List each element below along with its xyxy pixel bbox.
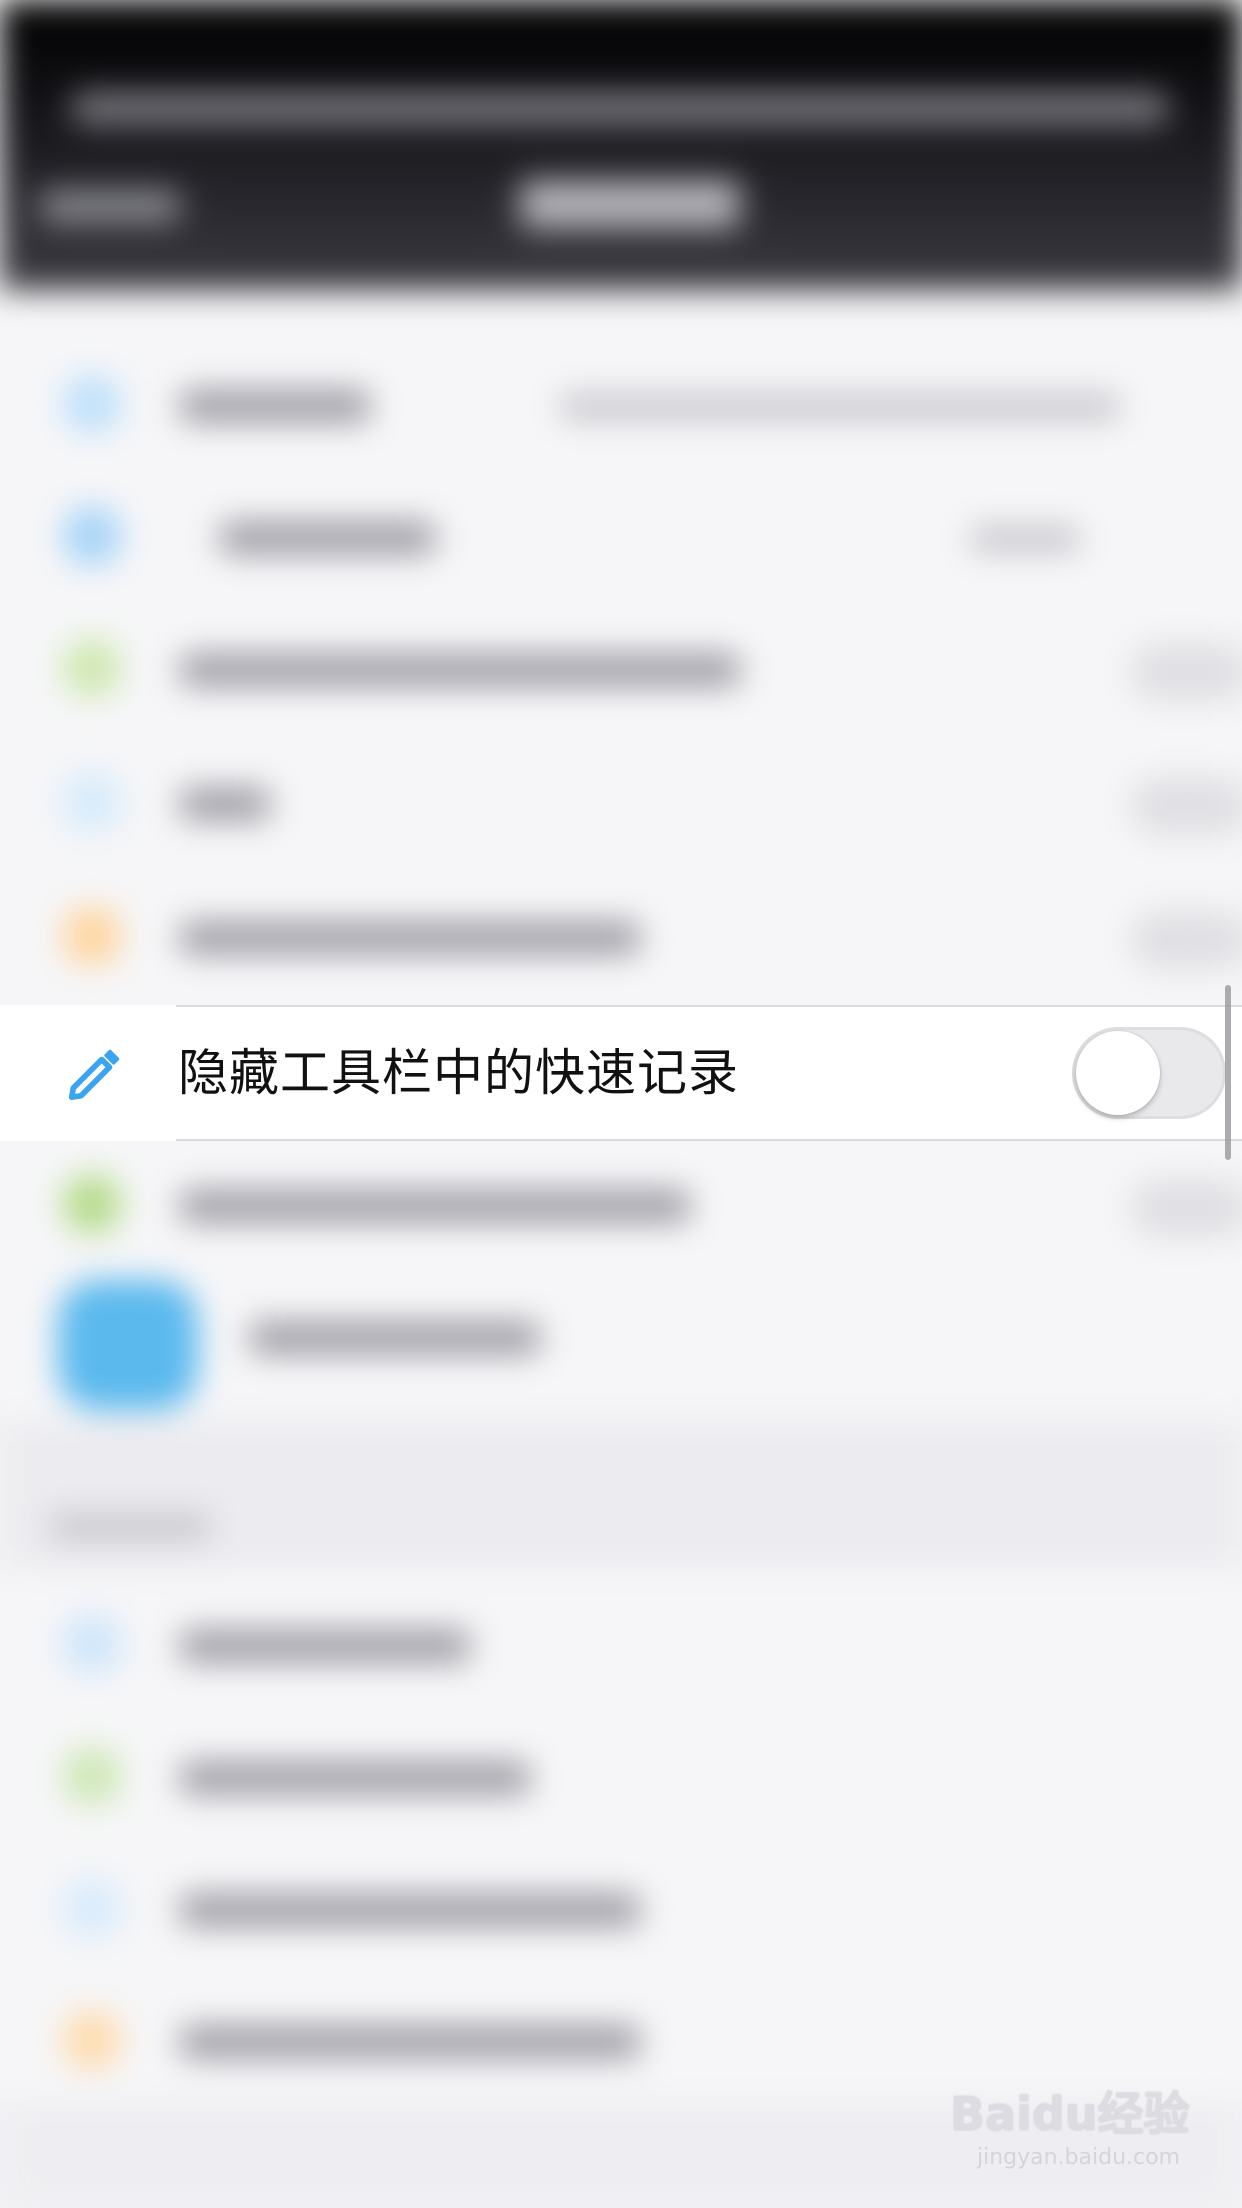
toggle-knob [1076, 1031, 1160, 1115]
status-bar [70, 92, 1170, 124]
hide-quick-note-toggle[interactable] [1072, 1027, 1226, 1119]
row-divider-bottom [176, 1139, 1242, 1141]
row-toggle[interactable] [1130, 1178, 1242, 1238]
row-icon [62, 1614, 122, 1674]
settings-row[interactable] [0, 472, 1242, 600]
row-toggle[interactable] [1130, 642, 1242, 702]
settings-row[interactable] [0, 872, 1242, 1000]
row-value [560, 394, 1120, 420]
settings-row[interactable] [0, 738, 1242, 866]
row-toggle[interactable] [1130, 776, 1242, 836]
row-label [180, 788, 270, 820]
page-title [520, 180, 740, 228]
row-icon [62, 1878, 122, 1938]
row-label [180, 2026, 640, 2058]
setting-row-hide-quick-note[interactable]: 隐藏工具栏中的快速记录 [0, 1005, 1242, 1141]
row-label [180, 1630, 470, 1662]
watermark-logo: Baidu经验 [950, 2087, 1190, 2141]
row-label [180, 390, 370, 422]
setting-label: 隐藏工具栏中的快速记录 [178, 1044, 739, 1102]
row-divider-top [176, 1005, 1242, 1007]
row-icon [62, 1174, 122, 1234]
scrollbar[interactable] [1225, 985, 1231, 1160]
watermark: Baidu经验 jingyan.baidu.com [950, 2084, 1190, 2172]
section-header [50, 1515, 210, 1539]
row-label [250, 1322, 540, 1354]
settings-row[interactable] [0, 604, 1242, 732]
settings-row[interactable] [0, 1712, 1242, 1840]
navigation-bar [0, 0, 1242, 290]
row-label [220, 522, 435, 554]
row-label [180, 1762, 530, 1794]
settings-row[interactable] [0, 340, 1242, 468]
watermark-url: jingyan.baidu.com [976, 2145, 1180, 2170]
row-label [180, 922, 640, 954]
settings-row[interactable] [0, 1140, 1242, 1268]
row-label [180, 1190, 690, 1222]
settings-row[interactable] [0, 1844, 1242, 1972]
row-icon [62, 1746, 122, 1806]
row-icon [62, 374, 122, 434]
section-separator [0, 1420, 1242, 1570]
settings-screen: 隐藏工具栏中的快速记录 Baidu经验 jingyan.baidu.com [0, 0, 1242, 2208]
pencil-icon [68, 1049, 120, 1101]
row-icon [62, 506, 122, 566]
settings-row[interactable] [0, 1272, 1242, 1400]
row-icon [62, 2010, 122, 2070]
row-value [970, 526, 1080, 552]
back-button[interactable] [40, 190, 180, 222]
row-icon [62, 772, 122, 832]
settings-row[interactable] [0, 1580, 1242, 1708]
row-icon [62, 638, 122, 698]
row-toggle[interactable] [1130, 910, 1242, 970]
row-label [180, 1894, 640, 1926]
row-label [180, 654, 740, 686]
row-icon [62, 906, 122, 966]
